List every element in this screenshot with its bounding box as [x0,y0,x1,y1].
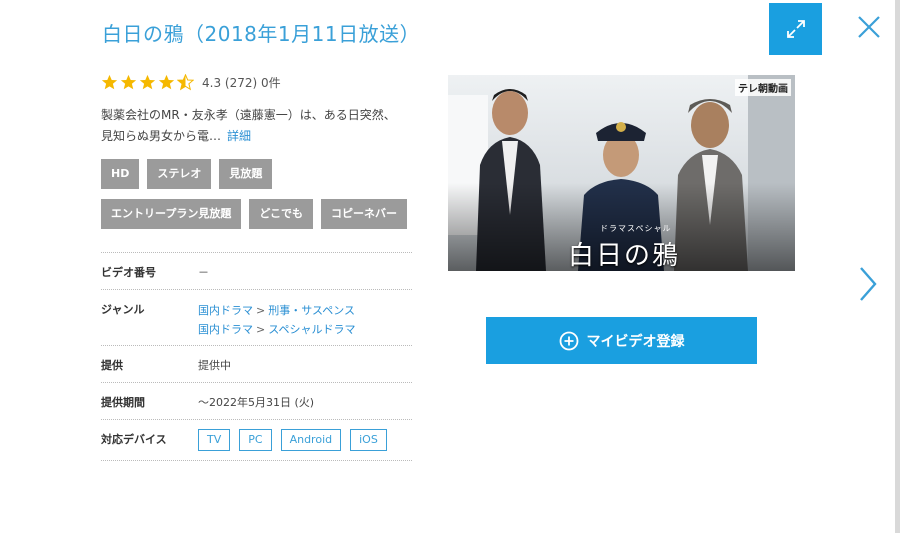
thumbnail-subtitle: ドラマスペシャル [600,224,672,233]
genre-line: 国内ドラマ > 刑事・サスペンス [198,301,355,320]
more-details-link[interactable]: 詳細 [227,129,251,143]
tag-copy-never: コピーネバー [321,199,408,229]
genre-separator: > [256,304,266,317]
rating: 4.3 (272) 0件 [101,73,281,91]
device-android: Android [280,429,342,451]
genre-line: 国内ドラマ > スペシャルドラマ [198,320,355,339]
expand-button[interactable] [769,3,822,55]
star-icon [101,74,118,89]
expand-icon [786,20,805,38]
add-to-my-video-label: マイビデオ登録 [586,333,685,350]
backdrop-edge [895,0,900,533]
genre-link[interactable]: 国内ドラマ [198,323,253,336]
video-thumbnail[interactable]: テレ朝動画 ドラマスペシャル 白日の鴉 [448,75,795,271]
info-row-genre: ジャンル 国内ドラマ > 刑事・サスペンス 国内ドラマ > スペシャルドラマ [101,289,412,345]
info-row-period: 提供期間 ～2022年5月31日 (火) [101,382,412,419]
tag-row: HD ステレオ 見放題 [101,159,421,189]
genre-link[interactable]: スペシャルドラマ [268,323,355,336]
tag-entry-plan: エントリープラン見放題 [101,199,242,229]
star-icon [139,74,156,89]
next-button[interactable] [852,262,884,306]
info-value: 提供中 [198,359,231,372]
info-value: － [198,266,209,279]
channel-badge: テレ朝動画 [735,79,791,96]
rating-text: 4.3 (272) 0件 [202,75,281,90]
info-table: ビデオ番号 － ジャンル 国内ドラマ > 刑事・サスペンス 国内ドラマ > スペシャルド… [101,252,412,461]
tag-stereo: ステレオ [147,159,212,189]
info-row-provider: 提供 提供中 [101,345,412,382]
description-line: 製薬会社のMR・友永孝（遠藤憲一）は、ある日突然、 [101,108,396,122]
tag-hd: HD [101,159,140,189]
description-text: 見知らぬ男女から電… [101,129,222,143]
close-icon [858,16,880,38]
tag-anywhere: どこでも [249,199,314,229]
video-detail-modal: 白日の鴉（2018年1月11日放送） 4.3 (272) 0件 製薬会社のMR・… [0,0,895,533]
info-label: 提供 [101,359,123,372]
description: 製薬会社のMR・友永孝（遠藤憲一）は、ある日突然、 見知らぬ男女から電… 詳細 [101,105,419,147]
genre-link[interactable]: 国内ドラマ [198,304,253,317]
page-title: 白日の鴉（2018年1月11日放送） [102,22,421,46]
description-line: 見知らぬ男女から電… 詳細 [101,126,419,147]
info-row-video-number: ビデオ番号 － [101,252,412,289]
plus-circle-icon [559,331,578,350]
info-label: 対応デバイス [101,433,167,446]
device-ios: iOS [350,429,387,451]
device-pc: PC [239,429,272,451]
genre-separator: > [256,323,266,336]
genre-link[interactable]: 刑事・サスペンス [268,304,355,317]
close-button[interactable] [852,10,886,44]
star-icon [158,74,175,89]
info-label: ビデオ番号 [101,266,156,279]
device-tv: TV [198,429,231,451]
half-star-icon [177,73,194,90]
info-row-devices: 対応デバイス TV PC Android iOS [101,419,412,461]
feature-tags: HD ステレオ 見放題 エントリープラン見放題 どこでも コピーネバー [101,159,421,239]
add-to-my-video-button[interactable]: マイビデオ登録 [486,317,757,364]
star-icon [120,74,137,89]
tag-row: エントリープラン見放題 どこでも コピーネバー [101,199,421,229]
genre-list: 国内ドラマ > 刑事・サスペンス 国内ドラマ > スペシャルドラマ [198,301,355,345]
info-label: ジャンル [101,303,145,316]
thumbnail-title: 白日の鴉 [568,241,681,271]
info-value: ～2022年5月31日 (火) [198,396,315,409]
device-list: TV PC Android iOS [198,429,396,460]
tag-unlimited: 見放題 [219,159,273,189]
chevron-right-icon [860,267,877,301]
info-label: 提供期間 [101,396,145,409]
rating-stars [101,73,196,91]
